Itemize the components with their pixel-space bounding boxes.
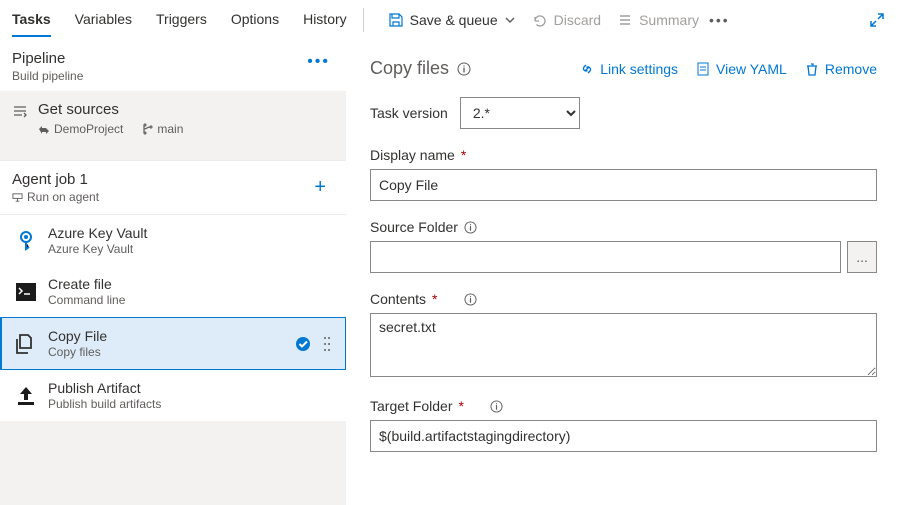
discard-button: Discard	[524, 8, 609, 32]
task-row-azure-key-vault[interactable]: Azure Key VaultAzure Key Vault	[0, 215, 346, 266]
source-folder-input[interactable]	[370, 241, 841, 273]
tab-variables[interactable]: Variables	[75, 3, 132, 37]
keyvault-icon	[14, 229, 38, 253]
more-icon: •••	[709, 12, 730, 28]
info-icon[interactable]	[464, 293, 477, 306]
divider	[363, 8, 364, 32]
pipeline-tree: Pipeline Build pipeline ••• Get sources …	[0, 40, 346, 505]
required-mark: *	[432, 291, 437, 307]
discard-label: Discard	[554, 12, 601, 28]
info-icon[interactable]	[457, 62, 471, 76]
panel-title: Copy files	[370, 58, 471, 79]
tab-tasks[interactable]: Tasks	[12, 3, 51, 37]
branch-chip: main	[141, 122, 183, 136]
task-row-publish-artifact[interactable]: Publish ArtifactPublish build artifacts	[0, 370, 346, 421]
summary-button: Summary	[609, 8, 707, 32]
task-version-label: Task version	[370, 105, 448, 121]
copy-icon	[14, 332, 38, 356]
task-row-create-file[interactable]: Create fileCommand line	[0, 266, 346, 317]
pipeline-subtitle: Build pipeline	[12, 69, 83, 83]
save-queue-button[interactable]: Save & queue	[380, 8, 524, 32]
fullscreen-button[interactable]	[865, 8, 889, 32]
target-folder-label: Target Folder	[370, 398, 452, 414]
contents-textarea[interactable]: secret.txt	[370, 313, 877, 377]
required-mark: *	[461, 147, 466, 163]
remove-button[interactable]: Remove	[805, 61, 877, 77]
job-subtitle: Run on agent	[27, 190, 99, 204]
required-mark: *	[458, 398, 463, 414]
sources-title: Get sources	[38, 101, 183, 118]
info-icon[interactable]	[490, 400, 503, 413]
display-name-label: Display name	[370, 147, 455, 163]
display-name-input[interactable]	[370, 169, 877, 201]
task-version-select[interactable]: 2.*	[460, 97, 580, 129]
get-sources-row[interactable]: Get sources DemoProject main	[0, 91, 346, 148]
task-details-panel: Copy files Link settings View YAML Remov…	[346, 40, 901, 505]
pipeline-row[interactable]: Pipeline Build pipeline •••	[0, 40, 346, 91]
publish-icon	[14, 384, 38, 408]
view-yaml-button[interactable]: View YAML	[696, 61, 787, 77]
task-row-copy-file[interactable]: Copy FileCopy files	[0, 317, 346, 370]
browse-button[interactable]: ...	[847, 241, 877, 273]
more-actions-button[interactable]: •••	[707, 8, 732, 32]
sources-icon	[12, 103, 28, 136]
list-icon	[617, 12, 633, 28]
link-icon	[580, 62, 594, 76]
summary-label: Summary	[639, 12, 699, 28]
source-folder-label: Source Folder	[370, 219, 458, 235]
undo-icon	[532, 12, 548, 28]
info-icon[interactable]	[464, 221, 477, 234]
agent-icon	[12, 192, 23, 203]
yaml-icon	[696, 62, 710, 76]
save-queue-label: Save & queue	[410, 12, 498, 28]
repo-chip: DemoProject	[38, 122, 123, 136]
trash-icon	[805, 62, 819, 76]
tab-history[interactable]: History	[303, 3, 347, 37]
save-icon	[388, 12, 404, 28]
terminal-icon	[14, 280, 38, 304]
task-status-icon	[295, 336, 311, 352]
tabs: Tasks Variables Triggers Options History	[12, 0, 347, 39]
drag-handle-icon[interactable]	[321, 335, 333, 353]
pipeline-more-button[interactable]: •••	[303, 50, 334, 74]
tab-triggers[interactable]: Triggers	[156, 3, 207, 37]
target-folder-input[interactable]	[370, 420, 877, 452]
contents-label: Contents	[370, 291, 426, 307]
tab-options[interactable]: Options	[231, 3, 279, 37]
agent-job-row[interactable]: Agent job 1 Run on agent +	[0, 160, 346, 215]
pipeline-title: Pipeline	[12, 50, 83, 67]
link-settings-button[interactable]: Link settings	[580, 61, 678, 77]
job-title: Agent job 1	[12, 171, 99, 188]
add-task-button[interactable]: +	[306, 172, 334, 203]
chevron-down-icon	[504, 14, 516, 26]
